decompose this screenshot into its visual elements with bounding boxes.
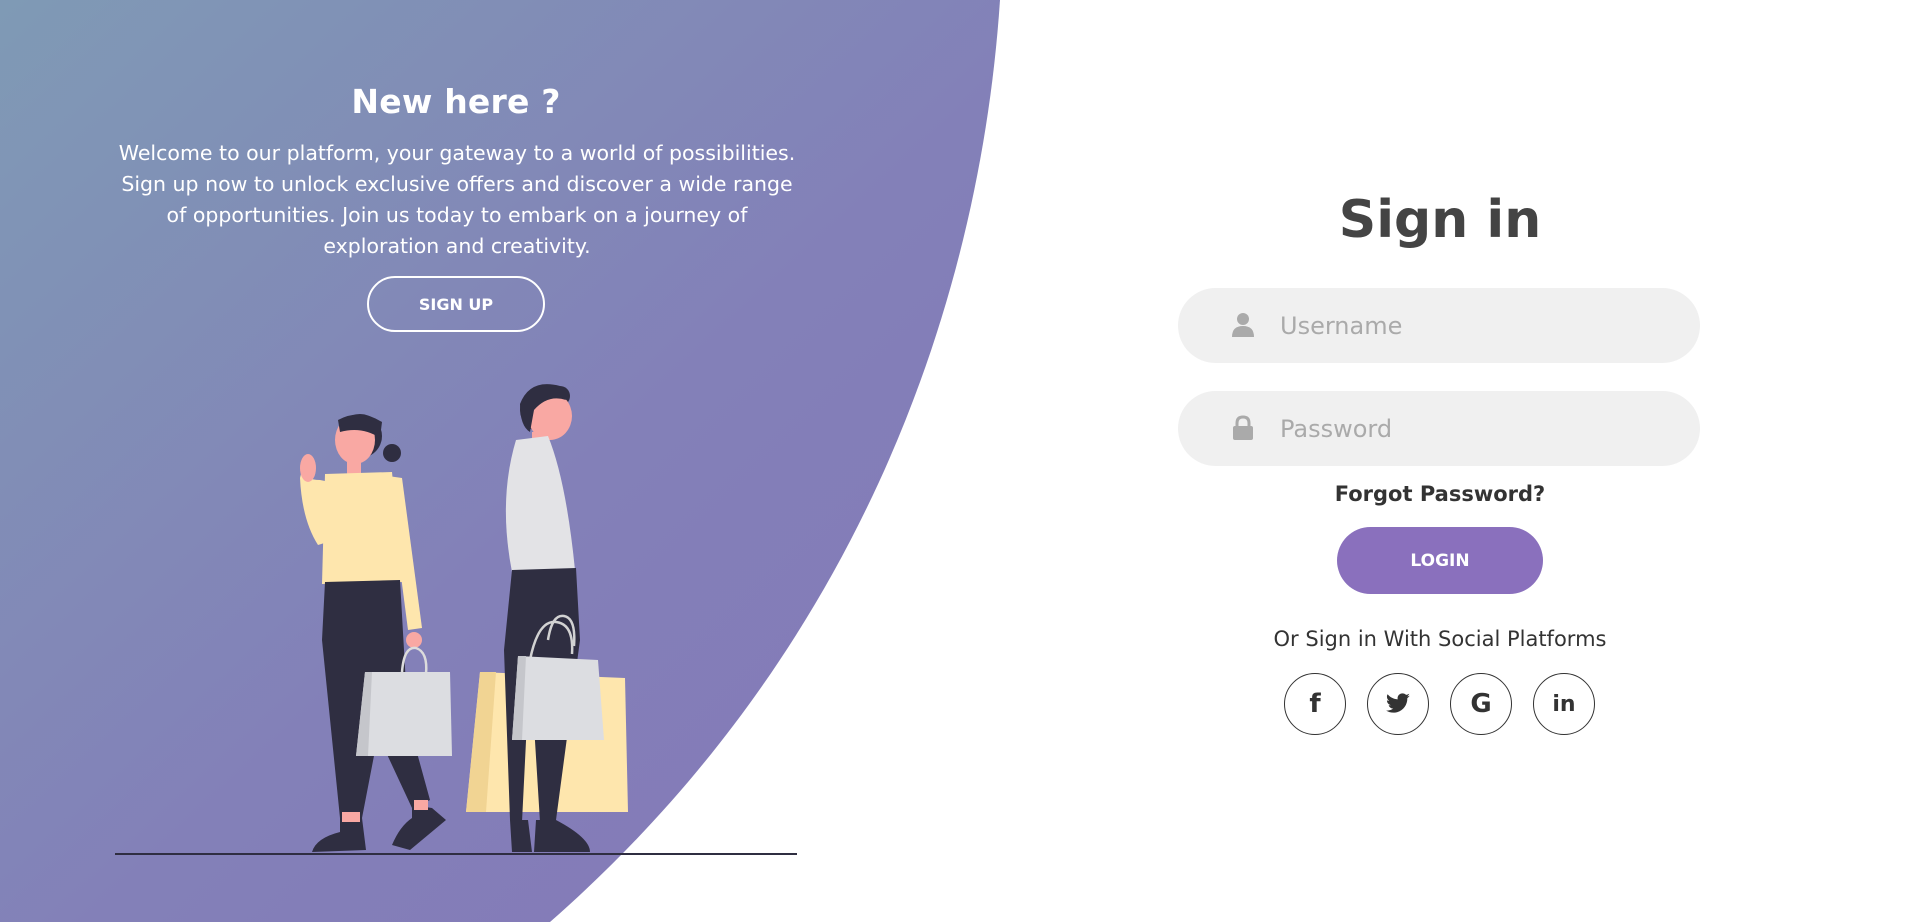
linkedin-icon: in [1552, 691, 1576, 717]
user-icon [1230, 312, 1256, 338]
google-button[interactable]: G [1450, 673, 1512, 735]
lock-icon [1230, 415, 1256, 441]
facebook-icon: f [1309, 689, 1321, 719]
password-field [1178, 391, 1700, 466]
social-signin-text: Or Sign in With Social Platforms [1273, 627, 1607, 651]
username-field [1178, 288, 1700, 363]
google-icon: G [1470, 689, 1492, 719]
username-input[interactable] [1280, 288, 1670, 363]
login-button[interactable]: LOGIN [1337, 527, 1543, 594]
man-figure [466, 384, 628, 852]
twitter-icon [1385, 693, 1410, 713]
linkedin-button[interactable]: in [1533, 673, 1595, 735]
sign-in-panel: Sign in Forgot Password? LOGIN Or Sign i… [1160, 0, 1720, 922]
woman-figure [300, 414, 452, 852]
facebook-button[interactable]: f [1284, 673, 1346, 735]
forgot-password-link[interactable]: Forgot Password? [1160, 482, 1720, 506]
sign-in-heading: Sign in [1338, 190, 1542, 250]
shopping-illustration [115, 384, 797, 855]
twitter-button[interactable] [1367, 673, 1429, 735]
password-input[interactable] [1280, 391, 1670, 466]
